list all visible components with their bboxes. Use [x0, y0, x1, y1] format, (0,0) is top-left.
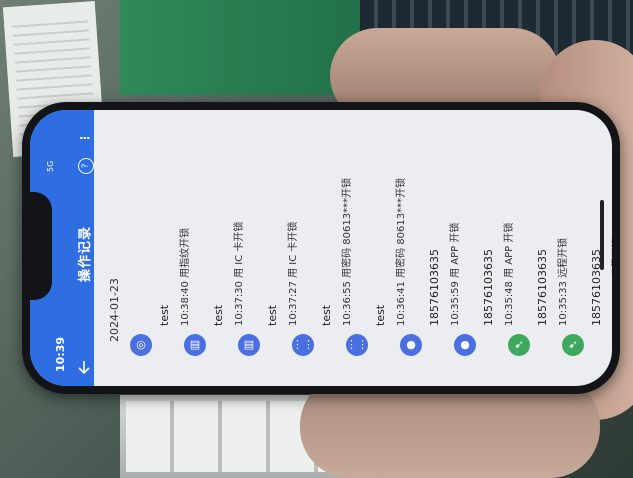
camera-notch — [30, 192, 52, 300]
user-icon: ● — [454, 334, 476, 356]
list-item[interactable]: ➹ 18576103635 10:35:33 远程开锁 — [508, 110, 569, 386]
more-menu-icon[interactable]: ⋮ — [78, 132, 92, 144]
phone-screen: 10:39 5G 操作记录 ? ⋮ 2024-01-23 ◎ test 10:38:… — [30, 110, 612, 386]
ic-card-icon: ▤ — [184, 334, 206, 356]
keypad-icon: ⋮⋮ — [346, 334, 368, 356]
remote-icon: ➹ — [508, 334, 530, 356]
back-arrow-icon[interactable] — [76, 360, 92, 374]
date-heading: 2024-01-23 — [108, 278, 121, 342]
page-title: 操作记录 — [78, 225, 93, 282]
record-name: test — [266, 304, 279, 326]
remote-icon: ➹ — [562, 334, 584, 356]
user-icon: ● — [400, 334, 422, 356]
record-name: test — [374, 304, 387, 326]
list-item[interactable]: ● 18576103635 10:35:59 用 APP 开锁 — [400, 110, 461, 386]
record-name: 18576103635 — [536, 249, 549, 326]
status-network: 5G — [46, 160, 55, 172]
keypad-icon: ⋮⋮ — [292, 334, 314, 356]
record-name: 18576103635 — [428, 249, 441, 326]
list-item[interactable]: ◎ test 10:38:40 用指纹开锁 — [130, 110, 191, 386]
status-time: 10:39 — [54, 336, 67, 372]
record-name: test — [320, 304, 333, 326]
list-item[interactable]: ⋮⋮ test 10:36:55 用密码 80613***开锁 — [292, 110, 353, 386]
record-name: 18576103635 — [482, 249, 495, 326]
ic-card-icon: ▤ — [238, 334, 260, 356]
list-item[interactable]: ▤ test 10:37:30 用 IC 卡开锁 — [184, 110, 245, 386]
list-item[interactable]: ▤ test 10:37:27 用 IC 卡开锁 — [238, 110, 299, 386]
record-detail: 10:35:25 远程开锁 — [608, 238, 612, 326]
home-indicator — [600, 200, 604, 270]
help-icon[interactable]: ? — [78, 158, 94, 174]
app-header: 10:39 5G 操作记录 ? ⋮ — [30, 110, 94, 386]
list-item[interactable]: ⋮⋮ test 10:36:41 用密码 80613***开锁 — [346, 110, 407, 386]
record-name: test — [158, 304, 171, 326]
record-name: test — [212, 304, 225, 326]
list-item[interactable]: ● 18576103635 10:35:48 用 APP 开锁 — [454, 110, 515, 386]
list-item[interactable]: ➹1857610363510:35:25 远程开锁 — [562, 110, 612, 386]
fingerprint-icon: ◎ — [130, 334, 152, 356]
